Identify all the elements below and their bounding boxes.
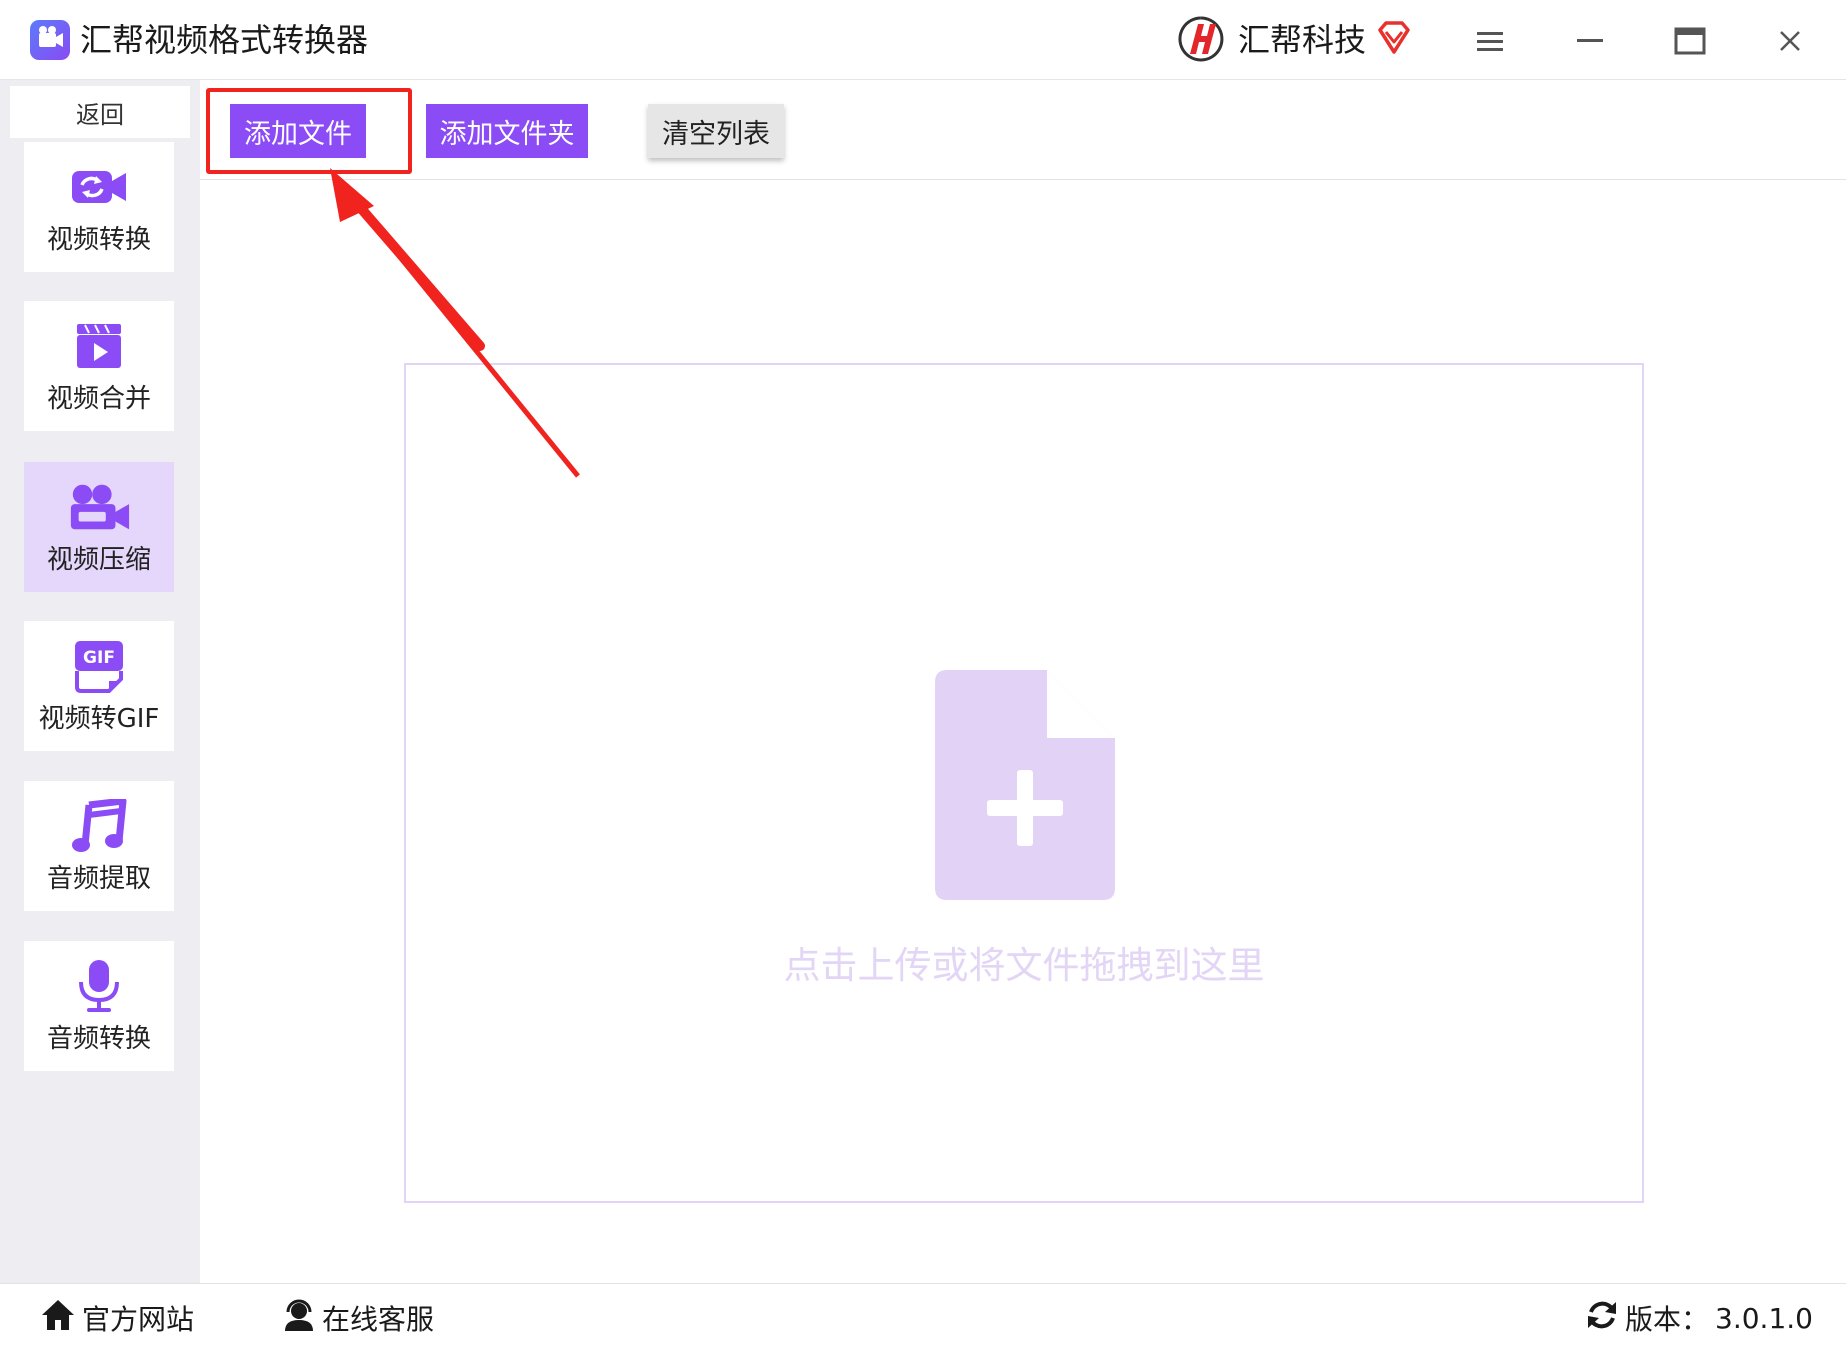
menu-icon[interactable]: [1465, 16, 1515, 66]
clear-list-button[interactable]: 清空列表: [648, 104, 784, 158]
home-icon: [40, 1298, 76, 1339]
customer-service-icon: [282, 1298, 316, 1339]
back-button[interactable]: 返回: [10, 86, 190, 138]
sidebar: 返回 视频转换 视频合并 视频压缩 GIF 视频转GIF 音频提取 音频转换: [0, 80, 200, 1283]
sidebar-item-video-merge[interactable]: 视频合并: [24, 301, 174, 431]
vip-diamond-icon[interactable]: [1374, 18, 1414, 58]
maximize-icon[interactable]: [1665, 16, 1715, 66]
annotation-highlight-box: [206, 88, 412, 174]
online-support-link[interactable]: 在线客服: [282, 1296, 434, 1340]
sidebar-item-label: 视频压缩: [46, 545, 151, 575]
video-compress-icon: [67, 477, 131, 537]
version-label: 版本：: [1625, 1303, 1710, 1336]
music-note-icon: [67, 796, 131, 856]
sidebar-item-label: 视频合并: [46, 384, 151, 414]
file-add-icon: [935, 670, 1115, 900]
sidebar-item-label: 视频转换: [46, 225, 151, 255]
sidebar-item-video-compress[interactable]: 视频压缩: [24, 462, 174, 592]
sidebar-item-video-to-gif[interactable]: GIF 视频转GIF: [24, 621, 174, 751]
official-website-link[interactable]: 官方网站: [40, 1296, 194, 1340]
microphone-icon: [67, 956, 131, 1016]
toolbar: 添加文件 添加文件夹 清空列表: [200, 80, 1846, 180]
file-drop-zone[interactable]: 点击上传或将文件拖拽到这里: [404, 363, 1644, 1203]
refresh-icon: [1585, 1298, 1619, 1339]
sidebar-item-audio-convert[interactable]: 音频转换: [24, 941, 174, 1071]
sidebar-item-label: 音频提取: [46, 864, 151, 894]
title-bar: 汇帮视频格式转换器 汇帮科技: [0, 0, 1846, 80]
app-title: 汇帮视频格式转换器: [80, 21, 369, 59]
app-logo-icon: [30, 20, 70, 60]
close-icon[interactable]: [1765, 16, 1815, 66]
minimize-icon[interactable]: [1565, 16, 1615, 66]
gif-icon: GIF: [67, 636, 131, 696]
online-support-label: 在线客服: [322, 1303, 435, 1336]
official-website-label: 官方网站: [82, 1303, 195, 1336]
video-convert-icon: [67, 157, 131, 217]
sidebar-item-video-convert[interactable]: 视频转换: [24, 142, 174, 272]
footer: 官方网站 在线客服 版本： 3.0.1.0: [0, 1283, 1846, 1350]
sidebar-item-label: 视频转GIF: [38, 704, 160, 734]
add-folder-button[interactable]: 添加文件夹: [426, 104, 588, 158]
svg-text:GIF: GIF: [83, 648, 115, 668]
version-number: 3.0.1.0: [1715, 1301, 1813, 1335]
brand-name: 汇帮科技: [1238, 21, 1367, 59]
sidebar-item-label: 音频转换: [46, 1024, 151, 1054]
video-merge-icon: [67, 316, 131, 376]
drop-hint-text: 点击上传或将文件拖拽到这里: [783, 944, 1265, 987]
version-info: 版本： 3.0.1.0: [1585, 1296, 1813, 1340]
brand-logo-icon: [1176, 14, 1226, 64]
sidebar-item-audio-extract[interactable]: 音频提取: [24, 781, 174, 911]
